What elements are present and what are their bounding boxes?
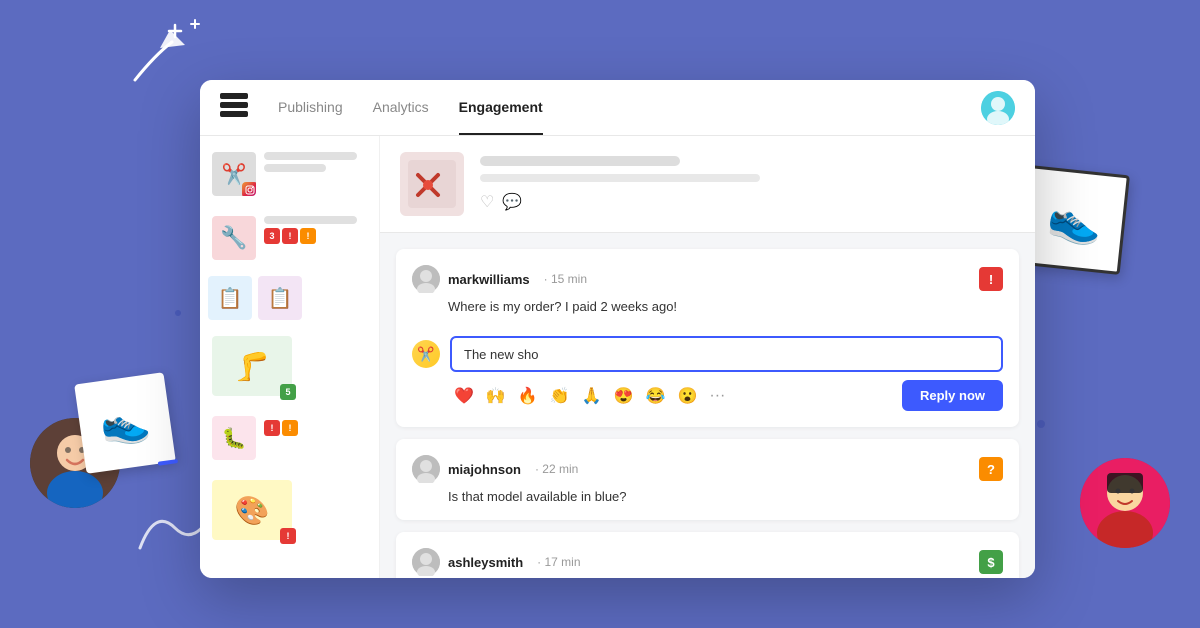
comment-avatar-2	[412, 455, 440, 483]
tab-engagement[interactable]: Engagement	[459, 81, 543, 135]
comment-avatar-1	[412, 265, 440, 293]
left-sidebar: ✂️ 🔧	[200, 136, 380, 578]
notification-badges: 3 ! !	[264, 228, 367, 244]
sidebar-line	[264, 152, 357, 160]
count-badge-2: !	[280, 528, 296, 544]
instagram-badge	[242, 182, 256, 196]
badge-warn: !	[300, 228, 316, 244]
comment-text-2: Is that model available in blue?	[448, 489, 1003, 504]
sidebar-thumb-3: 📋	[208, 276, 252, 320]
post-image	[400, 152, 464, 216]
emoji-clap[interactable]: 👏	[546, 382, 574, 410]
comment-icon: 💬	[502, 192, 522, 212]
sidebar-thumb-5: 🦵 5	[212, 336, 292, 396]
app-logo	[220, 93, 248, 123]
more-emojis-button[interactable]: ···	[705, 383, 729, 409]
reply-actions-row: ❤️ 🙌 🔥 👏 🙏 😍 😂 😮 ··· Reply now	[450, 380, 1003, 411]
post-preview: ♡ 💬	[380, 136, 1035, 233]
nav-tabs: Publishing Analytics Engagement	[278, 81, 981, 135]
list-item[interactable]: 🎨 !	[208, 476, 371, 544]
comment-tag-1: !	[979, 267, 1003, 291]
list-item[interactable]: 🦵 5	[208, 332, 371, 400]
list-item[interactable]: ✂️	[208, 148, 371, 200]
emoji-heart[interactable]: ❤️	[450, 382, 478, 410]
post-subtitle-placeholder	[480, 174, 760, 182]
badge-o: !	[282, 420, 298, 436]
sidebar-thumb-4: 📋	[258, 276, 302, 320]
list-item[interactable]: 🐛 ! !	[208, 412, 371, 464]
comment-time-1: · 15 min	[544, 272, 587, 286]
comment-tag-3: $	[979, 550, 1003, 574]
badge-count: 3	[264, 228, 280, 244]
count-badge: 5	[280, 384, 296, 400]
reply-avatar-1: ✂️	[412, 340, 440, 368]
post-actions: ♡ 💬	[480, 192, 1015, 212]
sidebar-meta	[264, 152, 367, 196]
reply-area-1: ✂️	[412, 326, 1003, 372]
product-card-left: 👟	[74, 372, 176, 474]
sidebar-thumb-7: 🎨 !	[212, 480, 292, 540]
comment-username-1: markwilliams	[448, 272, 530, 287]
post-title-placeholder	[480, 156, 680, 166]
comment-user-info-3: ashleysmith · 17 min	[412, 548, 581, 576]
sidebar-thumb-6: 🐛	[212, 416, 256, 460]
reply-input-1[interactable]	[450, 336, 1003, 372]
comment-card-2: miajohnson · 22 min ? Is that model avai…	[396, 439, 1019, 520]
reply-now-button[interactable]: Reply now	[902, 380, 1003, 411]
post-info: ♡ 💬	[480, 156, 1015, 212]
comment-card-1: markwilliams · 15 min ! Where is my orde…	[396, 249, 1019, 427]
sidebar-line	[264, 164, 326, 172]
sidebar-thumb-1: ✂️	[212, 152, 256, 196]
comment-username-2: miajohnson	[448, 462, 521, 477]
right-content: ♡ 💬	[380, 136, 1035, 578]
main-content: ✂️ 🔧	[200, 136, 1035, 578]
emoji-wow[interactable]: 😮	[673, 382, 701, 410]
comment-time-2: · 22 min	[535, 462, 578, 476]
badge-alert: !	[282, 228, 298, 244]
comment-user-info-2: miajohnson · 22 min	[412, 455, 578, 483]
emoji-laugh[interactable]: 😂	[642, 382, 670, 410]
person-left-avatar	[30, 418, 120, 508]
app-window: Publishing Analytics Engagement ✂️	[200, 80, 1035, 578]
comment-header-2: miajohnson · 22 min ?	[412, 455, 1003, 483]
emoji-raised-hands[interactable]: 🙌	[482, 382, 510, 410]
sidebar-line	[264, 216, 357, 224]
list-item[interactable]: 🔧 3 ! !	[208, 212, 371, 264]
product-card-right: 👟	[1020, 165, 1130, 275]
comment-username-3: ashleysmith	[448, 555, 523, 570]
comment-avatar-3	[412, 548, 440, 576]
tab-analytics[interactable]: Analytics	[373, 81, 429, 135]
emoji-heart-eyes[interactable]: 😍	[610, 382, 638, 410]
comment-header-1: markwilliams · 15 min !	[412, 265, 1003, 293]
sidebar-meta-4: ! !	[264, 416, 367, 460]
comment-user-info-1: markwilliams · 15 min	[412, 265, 587, 293]
notification-badges-2: ! !	[264, 420, 367, 436]
sidebar-meta-2: 3 ! !	[264, 216, 367, 260]
emoji-pray[interactable]: 🙏	[578, 382, 606, 410]
sidebar-thumb-2: 🔧	[212, 216, 256, 260]
emoji-fire[interactable]: 🔥	[514, 382, 542, 410]
tab-publishing[interactable]: Publishing	[278, 81, 343, 135]
person-right-avatar	[1080, 458, 1170, 548]
comment-text-1: Where is my order? I paid 2 weeks ago!	[448, 299, 1003, 314]
badge-r: !	[264, 420, 280, 436]
user-avatar[interactable]	[981, 91, 1015, 125]
comment-header-3: ashleysmith · 17 min $	[412, 548, 1003, 576]
comment-card-3: ashleysmith · 17 min $ They are so nice.…	[396, 532, 1019, 578]
comment-time-3: · 17 min	[537, 555, 580, 569]
comments-section: markwilliams · 15 min ! Where is my orde…	[380, 233, 1035, 578]
thumb-row: 📋 📋	[208, 276, 371, 320]
comment-tag-2: ?	[979, 457, 1003, 481]
heart-icon: ♡	[480, 192, 494, 212]
top-nav: Publishing Analytics Engagement	[200, 80, 1035, 136]
